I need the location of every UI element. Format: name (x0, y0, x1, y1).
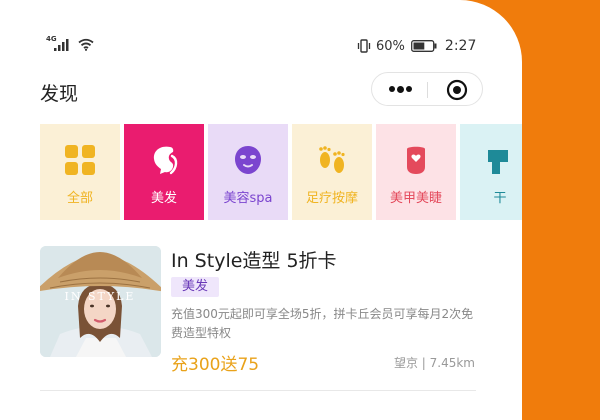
status-right-group: 60% 2:27 (356, 36, 476, 56)
capsule-divider (427, 82, 428, 98)
category-label: 美容spa (223, 191, 273, 206)
listing-description: 充值300元起即可享全场5折，拼卡丘会员可享每月2次免费造型特权 (171, 307, 474, 340)
footprints-icon (319, 146, 345, 173)
listing-tag: 美发 (171, 277, 219, 297)
category-label: 美甲美睫 (389, 191, 442, 206)
phone-screen: 4G 60% 2:27 发现 全部 美发 美容spa 足疗按摩 美甲美睫 干 I… (0, 0, 522, 420)
dryclean-icon (488, 150, 508, 174)
clock-time: 2:27 (444, 38, 477, 54)
listing-location: 望京 | 7.45km (393, 356, 475, 370)
model-photo: IN STYLE (40, 246, 161, 357)
listing-thumbnail: IN STYLE (40, 246, 161, 357)
face-mask-icon (235, 146, 261, 174)
mini-program-capsule (371, 72, 483, 106)
category-foot-massage[interactable]: 足疗按摩 (292, 124, 372, 220)
nail-icon (407, 146, 425, 174)
category-label: 美发 (150, 191, 177, 206)
wifi-icon (78, 38, 94, 51)
listing-card[interactable]: IN STYLE In Style造型 5折卡 美发 充值300元起即可享全场5… (40, 246, 476, 375)
category-label: 足疗按摩 (305, 191, 358, 206)
listing-price: 充300送75 (171, 355, 260, 375)
image-watermark-text: IN STYLE (65, 290, 136, 303)
page-title: 发现 (40, 83, 79, 105)
category-all[interactable]: 全部 (40, 124, 120, 220)
list-divider (40, 390, 476, 391)
signal-bars-icon (54, 39, 69, 51)
hair-icon (153, 146, 178, 175)
category-nail-lash[interactable]: 美甲美睫 (376, 124, 456, 220)
category-hair[interactable]: 美发 (124, 124, 204, 220)
battery-percent: 60% (376, 38, 405, 54)
grid-icon (65, 145, 95, 175)
target-circle-icon[interactable] (446, 79, 468, 101)
battery-icon (410, 40, 437, 52)
vibrate-icon (357, 39, 371, 53)
more-dots-icon[interactable] (389, 84, 412, 94)
category-beauty-spa[interactable]: 美容spa (208, 124, 288, 220)
category-label: 干 (493, 191, 507, 206)
category-strip: 全部 美发 美容spa 足疗按摩 美甲美睫 干 (40, 124, 522, 220)
category-dryclean[interactable]: 干 (460, 124, 522, 220)
listing-title: In Style造型 5折卡 (171, 250, 337, 272)
category-label: 全部 (66, 191, 93, 206)
status-bar: 4G 60% 2:27 (0, 35, 522, 56)
